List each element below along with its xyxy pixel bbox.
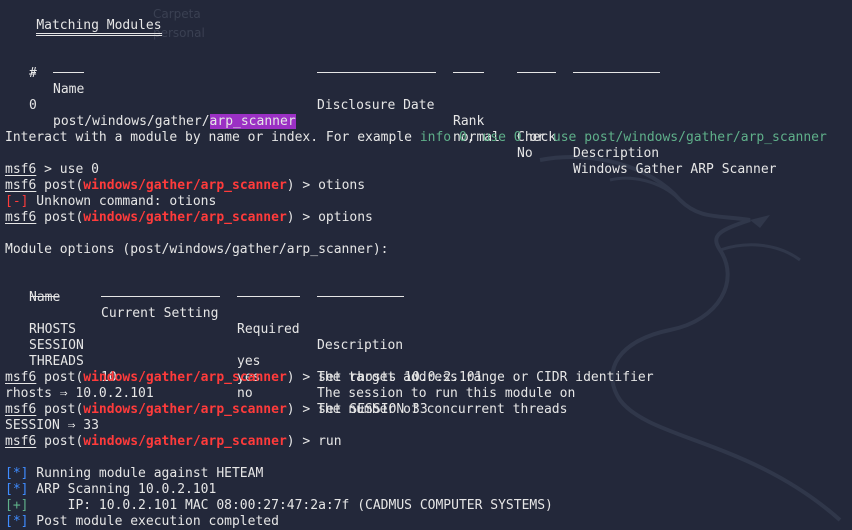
prompt-name: msf6 [5, 370, 37, 385]
prompt-line: msf6 > use 0 [5, 162, 99, 178]
prompt-line: msf6 post(windows/gather/arp_scanner) > … [5, 178, 365, 194]
option-required: yes [237, 354, 261, 369]
module-check: No [517, 146, 533, 161]
divider [101, 296, 220, 297]
module-name-highlight: arp_scanner [209, 114, 296, 129]
interact-hint: Interact with a module by name or index.… [5, 130, 827, 146]
terminal-output[interactable]: Matching Modules # Name Disclosure Date … [5, 0, 850, 530]
status-line: [*] Running module against HETEAM [5, 466, 263, 482]
output-line: SESSION ⇒ 33 [5, 418, 99, 433]
interact-sep: or [521, 130, 553, 145]
module-name-prefix: post/windows/gather/ [53, 114, 210, 129]
divider [453, 72, 484, 73]
prompt-arrow: > [36, 162, 60, 177]
prompt-module: windows/gather/arp_scanner [83, 370, 287, 385]
module-description: Windows Gather ARP Scanner [573, 162, 777, 177]
prompt-name: msf6 [5, 210, 37, 225]
command-text: run [318, 434, 342, 449]
prompt-module: windows/gather/arp_scanner [83, 434, 287, 449]
options-table-header: Name Current Setting Required Descriptio… [5, 274, 850, 353]
prompt-arrow: > [294, 370, 319, 385]
col-header-description: Description [573, 146, 660, 161]
divider [517, 72, 556, 73]
module-name[interactable]: post/windows/gather/arp_scanner [53, 114, 296, 130]
option-row: SESSION yes The session to run this modu… [5, 322, 850, 401]
option-row: RHOSTS yes The target address range or C… [5, 306, 850, 385]
prompt-module: windows/gather/arp_scanner [83, 210, 287, 225]
command-text: set SESSION 33 [318, 402, 428, 417]
status-tag: [*] [5, 482, 29, 497]
prompt-post-open: post( [44, 434, 84, 449]
prompt-line: msf6 post(windows/gather/arp_scanner) > … [5, 402, 428, 418]
opt-header-name: Name [29, 290, 61, 305]
divider [573, 72, 660, 73]
prompt-line: msf6 post(windows/gather/arp_scanner) > … [5, 370, 482, 386]
command-text: set rhosts 10.0.2.101 [318, 370, 483, 385]
status-tag: [*] [5, 514, 29, 529]
prompt-arrow: > [294, 210, 319, 225]
prompt-name: msf6 [5, 162, 37, 177]
prompt-module: windows/gather/arp_scanner [83, 178, 287, 193]
prompt-name: msf6 [5, 402, 37, 417]
command-text: otions [318, 178, 366, 193]
prompt-post-open: post( [44, 402, 84, 417]
prompt-post-close: ) [286, 210, 295, 225]
prompt-post-close: ) [286, 178, 295, 193]
divider [53, 72, 84, 73]
matching-modules-title: Matching Modules [36, 18, 162, 36]
col-header-num: # [29, 66, 37, 81]
prompt-post-open: post( [44, 370, 84, 385]
status-line: [*] Post module execution completed [5, 514, 279, 530]
prompt-post-close: ) [286, 434, 295, 449]
option-name: THREADS [29, 354, 84, 369]
prompt-arrow: > [294, 434, 319, 449]
interact-sep: , [466, 130, 483, 145]
command-text: use 0 [59, 162, 99, 177]
prompt-post-open: post( [44, 210, 84, 225]
prompt-name: msf6 [5, 178, 37, 193]
col-header-rank: Rank [453, 114, 485, 129]
status-tag: [*] [5, 466, 29, 481]
col-header-disclosure-date: Disclosure Date [317, 98, 435, 113]
prompt-line: msf6 post(windows/gather/arp_scanner) > … [5, 210, 373, 226]
interact-info-example: info 0 [419, 130, 467, 145]
interact-text: Interact with a module by name or index.… [5, 130, 420, 145]
divider [237, 296, 300, 297]
prompt-line: msf6 post(windows/gather/arp_scanner) > … [5, 434, 342, 450]
status-text: IP: 10.0.2.101 MAC 08:00:27:47:2a:7f (CA… [28, 498, 553, 513]
divider [317, 296, 404, 297]
divider [31, 296, 59, 297]
status-text: ARP Scanning 10.0.2.101 [28, 482, 217, 497]
option-row: THREADS 10 no The number of concurrent t… [5, 338, 850, 417]
error-tag: [-] [5, 194, 29, 209]
module-options-heading: Module options (post/windows/gather/arp_… [5, 242, 389, 257]
prompt-name: msf6 [5, 434, 37, 449]
status-text: Running module against HETEAM [28, 466, 264, 481]
module-row[interactable]: 0 post/windows/gather/arp_scanner normal… [5, 82, 850, 177]
status-tag: [+] [5, 498, 29, 513]
prompt-arrow: > [294, 178, 319, 193]
option-required: no [237, 386, 253, 401]
module-table-header: # Name Disclosure Date Rank Check Descri… [5, 50, 850, 161]
prompt-post-open: post( [44, 178, 84, 193]
prompt-arrow: > [294, 402, 319, 417]
prompt-module: windows/gather/arp_scanner [83, 402, 287, 417]
prompt-post-close: ) [286, 370, 295, 385]
output-line: rhosts ⇒ 10.0.2.101 [5, 386, 154, 401]
error-line: [-] Unknown command: otions [5, 194, 216, 210]
divider [31, 72, 36, 73]
status-line: [*] ARP Scanning 10.0.2.101 [5, 482, 216, 498]
module-index: 0 [29, 98, 37, 113]
section-title: Matching Modules [5, 2, 162, 36]
command-text: options [318, 210, 373, 225]
prompt-post-close: ) [286, 402, 295, 417]
interact-use-example: use 0 [482, 130, 522, 145]
status-text: Post module execution completed [28, 514, 279, 529]
option-description: The session to run this module on [317, 386, 576, 401]
error-message: Unknown command: otions [28, 194, 217, 209]
status-line: [+] IP: 10.0.2.101 MAC 08:00:27:47:2a:7f… [5, 498, 553, 514]
interact-use-path-example: use post/windows/gather/arp_scanner [552, 130, 827, 145]
divider [317, 72, 436, 73]
